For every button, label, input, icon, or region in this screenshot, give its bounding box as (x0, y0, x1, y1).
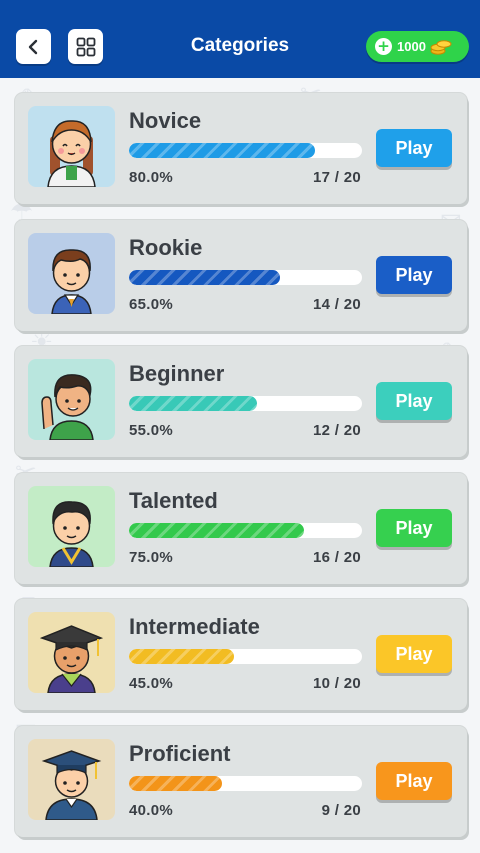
level-name: Rookie (129, 235, 203, 260)
play-button-beginner[interactable]: Play (376, 382, 452, 420)
progress-fill (129, 776, 223, 791)
coin-stack-icon (430, 39, 452, 55)
progress-bar (129, 776, 362, 791)
progress-percent: 40.0% (129, 802, 174, 819)
mortarboard-avatar-icon (28, 612, 115, 693)
progress-fill (129, 396, 258, 411)
plus-icon[interactable]: + (375, 38, 392, 55)
question-count: 12 / 20 (313, 422, 361, 439)
progress-percent: 65.0% (129, 296, 174, 313)
progress-fill (129, 143, 316, 158)
level-card-beginner: Beginner 55.0% 12 / 20 Play (15, 346, 467, 457)
play-button-talented[interactable]: Play (376, 509, 452, 547)
girl-avatar-icon (28, 106, 115, 187)
progress-percent: 55.0% (129, 422, 174, 439)
boy-avatar (28, 233, 115, 314)
graduate-boy-avatar (28, 486, 115, 567)
progress-bar (129, 649, 362, 664)
level-name: Proficient (129, 741, 231, 766)
progress-percent: 45.0% (129, 675, 174, 692)
progress-bar (129, 396, 362, 411)
level-name: Intermediate (129, 614, 260, 639)
professor-avatar-icon (28, 739, 115, 820)
level-name: Beginner (129, 361, 225, 386)
coin-balance[interactable]: + 1000 (366, 31, 469, 62)
play-button-proficient[interactable]: Play (376, 762, 452, 800)
level-name: Talented (129, 488, 218, 513)
progress-percent: 80.0% (129, 169, 174, 186)
mortarboard-avatar (28, 612, 115, 693)
level-name: Novice (129, 108, 202, 133)
play-button-intermediate[interactable]: Play (376, 635, 452, 673)
level-card-rookie: Rookie 65.0% 14 / 20 Play (15, 220, 467, 331)
progress-fill (129, 649, 234, 664)
top-bar: Categories + 1000 (0, 0, 480, 78)
level-card-proficient: Proficient 40.0% 9 / 20 Play (15, 726, 467, 837)
question-count: 9 / 20 (321, 802, 361, 819)
level-card-intermediate: Intermediate 45.0% 10 / 20 Play (15, 599, 467, 710)
progress-bar (129, 523, 362, 538)
progress-percent: 75.0% (129, 549, 174, 566)
progress-bar (129, 143, 362, 158)
question-count: 14 / 20 (313, 296, 361, 313)
progress-fill (129, 523, 304, 538)
level-card-novice: Novice 80.0% 17 / 20 Play (15, 93, 467, 204)
boy-avatar-icon (28, 233, 115, 314)
coin-amount: 1000 (397, 39, 426, 54)
graduate-boy-avatar-icon (28, 486, 115, 567)
level-card-talented: Talented 75.0% 16 / 20 Play (15, 473, 467, 584)
question-count: 10 / 20 (313, 675, 361, 692)
play-button-novice[interactable]: Play (376, 129, 452, 167)
waving-boy-avatar-icon (28, 359, 115, 440)
play-button-rookie[interactable]: Play (376, 256, 452, 294)
question-count: 16 / 20 (313, 549, 361, 566)
waving-boy-avatar (28, 359, 115, 440)
question-count: 17 / 20 (313, 169, 361, 186)
progress-fill (129, 270, 281, 285)
professor-avatar (28, 739, 115, 820)
progress-bar (129, 270, 362, 285)
girl-avatar (28, 106, 115, 187)
